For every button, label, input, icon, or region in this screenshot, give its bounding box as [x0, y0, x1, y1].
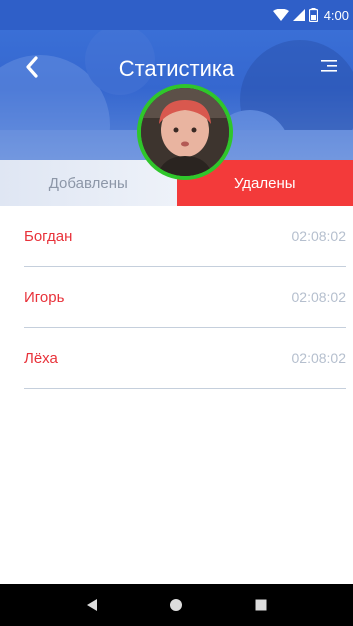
back-triangle-icon	[87, 599, 98, 611]
item-name: Игорь	[24, 288, 65, 306]
status-bar: 4:00	[0, 0, 353, 30]
item-time: 02:08:02	[291, 228, 347, 244]
menu-button[interactable]	[317, 54, 341, 78]
avatar-photo	[141, 88, 229, 176]
home-circle-icon	[170, 599, 183, 611]
item-name: Богдан	[24, 227, 73, 245]
nav-back-button[interactable]	[72, 590, 112, 620]
menu-icon	[321, 60, 337, 72]
item-name: Лёха	[24, 349, 58, 367]
removed-list: Богдан 02:08:02 Игорь 02:08:02 Лёха 02:0…	[24, 206, 346, 389]
page-title: Статистика	[118, 56, 235, 81]
status-time: 4:00	[323, 7, 349, 23]
list-item[interactable]: Лёха 02:08:02	[24, 328, 346, 389]
tab-added[interactable]: Добавлены	[0, 160, 177, 206]
system-nav-bar	[0, 584, 353, 626]
list-item[interactable]: Богдан 02:08:02	[24, 206, 346, 267]
nav-home-button[interactable]	[156, 590, 196, 620]
nav-recents-button[interactable]	[241, 590, 281, 620]
recents-square-icon	[255, 599, 267, 611]
item-time: 02:08:02	[291, 350, 347, 366]
battery-icon	[308, 8, 318, 22]
item-time: 02:08:02	[291, 289, 347, 305]
list-item[interactable]: Игорь 02:08:02	[24, 267, 346, 328]
signal-icon	[292, 9, 305, 21]
statistics-screen: 4:00 Статистика Добавлены Удалены Богдан…	[0, 0, 353, 626]
avatar[interactable]	[137, 84, 233, 180]
wifi-icon	[272, 9, 289, 21]
